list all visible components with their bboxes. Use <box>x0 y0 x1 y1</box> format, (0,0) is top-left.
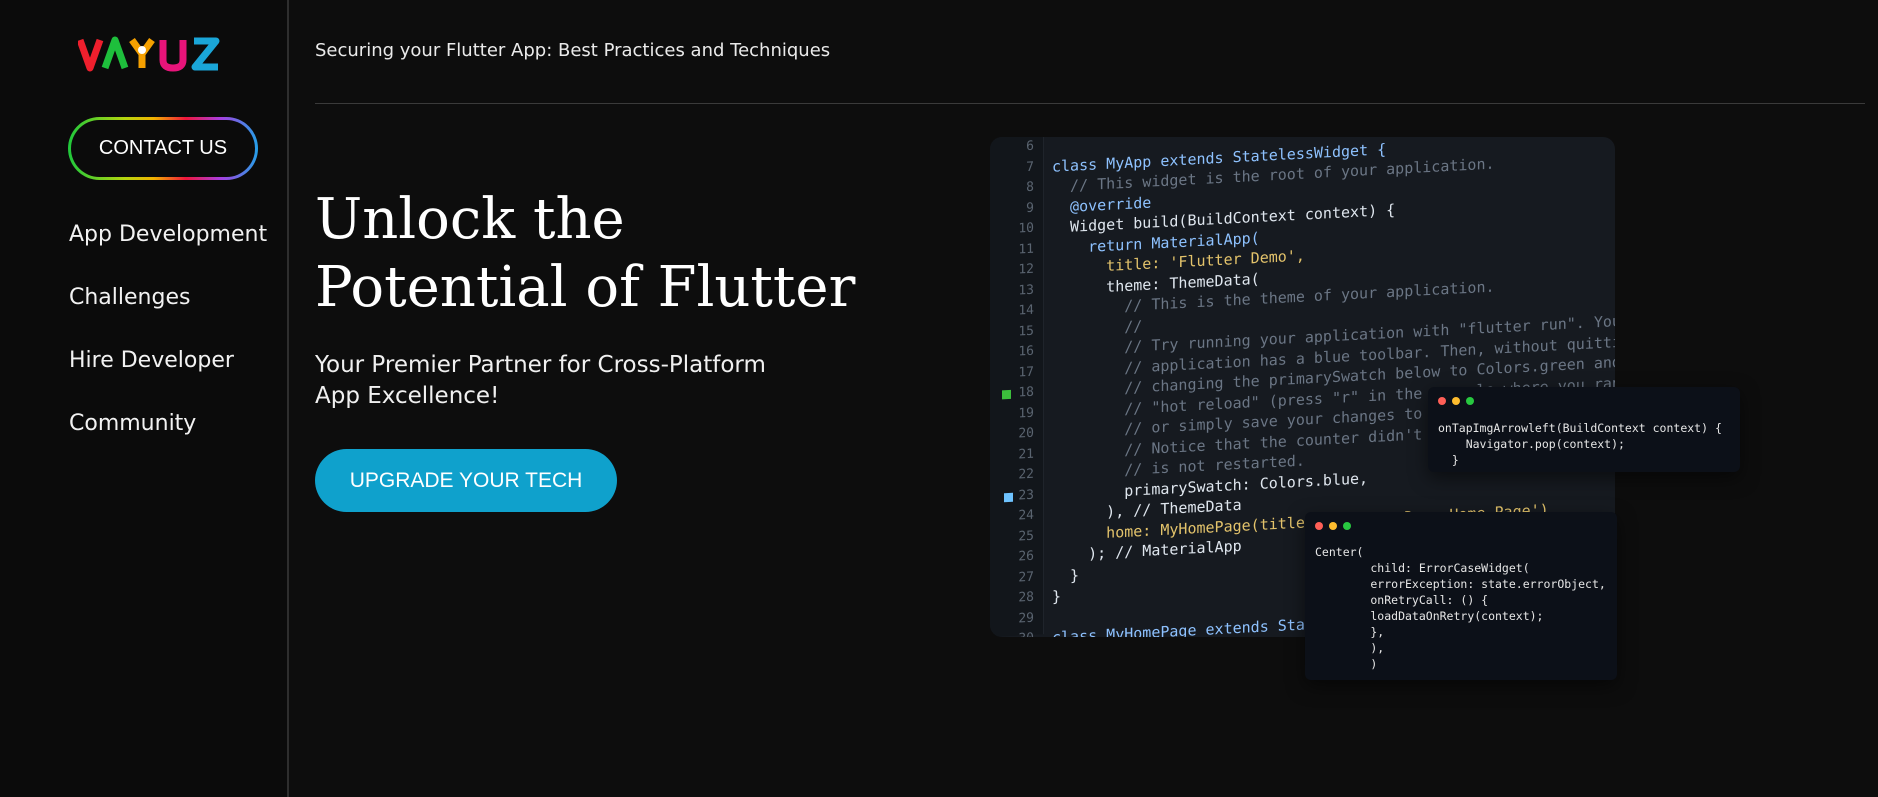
sidebar-nav: App Development Challenges Hire Develope… <box>69 215 267 467</box>
snippet-line: loadDataOnRetry(context); <box>1315 609 1544 623</box>
logo-letter-v <box>78 38 104 72</box>
line-number: 15 <box>1018 323 1034 340</box>
code-snippet-window-1: onTapImgArrowleft(BuildContext context) … <box>1428 387 1740 472</box>
sidebar-item-app-development[interactable]: App Development <box>69 215 267 278</box>
gutter-marker-green <box>1002 389 1011 400</box>
hero-title: Unlock the Potential of Flutter <box>315 187 856 320</box>
line-number: 11 <box>1018 241 1034 258</box>
snippet-line: child: ErrorCaseWidget( <box>1315 561 1530 575</box>
snippet-line: Center( <box>1315 545 1364 559</box>
upgrade-your-tech-button[interactable]: UPGRADE YOUR TECH <box>315 449 617 512</box>
sidebar-item-challenges[interactable]: Challenges <box>69 278 267 341</box>
code-line: } <box>1052 565 1080 586</box>
line-number: 30 <box>1000 631 1034 637</box>
sidebar-item-community[interactable]: Community <box>69 404 267 467</box>
line-number: 17 <box>1018 364 1034 381</box>
code-line: // <box>1052 316 1143 340</box>
snippet-line: onRetryCall: () { <box>1315 593 1489 607</box>
line-number: 29 <box>1018 610 1034 627</box>
line-number: 24 <box>1018 507 1034 524</box>
line-number: 21 <box>1018 446 1034 463</box>
code-line: } <box>1052 587 1062 606</box>
window-controls <box>1438 397 1474 405</box>
line-number: 12 <box>1018 261 1034 278</box>
gutter-marker-blue <box>1004 492 1013 503</box>
logo-letter-a <box>101 36 129 70</box>
line-number: 13 <box>1018 282 1034 299</box>
line-number: 19 <box>1018 405 1034 422</box>
snippet-line: ) <box>1315 657 1378 671</box>
logo-letter-u <box>159 40 187 72</box>
minimize-dot-icon <box>1452 397 1460 405</box>
close-dot-icon <box>1315 522 1323 530</box>
snippet-line: ), <box>1315 641 1385 655</box>
window-controls <box>1315 522 1351 530</box>
line-number: 14 <box>1018 302 1034 319</box>
line-number: 9 <box>1026 200 1034 216</box>
code-line: @override <box>1052 193 1152 217</box>
sidebar: CONTACT US App Development Challenges Hi… <box>0 0 289 797</box>
code-snippet-window-2: Center( child: ErrorCaseWidget( errorExc… <box>1305 512 1617 680</box>
line-number: 7 <box>1026 159 1034 175</box>
contact-us-button[interactable]: CONTACT US <box>68 117 258 180</box>
snippet-line: Navigator.pop(context); <box>1438 437 1625 451</box>
line-number: 20 <box>1018 425 1034 442</box>
contact-us-label: CONTACT US <box>71 120 255 177</box>
maximize-dot-icon <box>1343 522 1351 530</box>
minimize-dot-icon <box>1329 522 1337 530</box>
line-number: 27 <box>1018 569 1034 586</box>
breadcrumb[interactable]: Securing your Flutter App: Best Practice… <box>315 40 830 61</box>
hero-subtitle: Your Premier Partner for Cross-Platform … <box>315 352 766 409</box>
close-dot-icon <box>1438 397 1446 405</box>
line-number: 16 <box>1018 343 1034 360</box>
logo-letter-z <box>191 37 220 71</box>
line-number: 6 <box>1026 138 1034 155</box>
snippet-line: errorException: state.errorObject, <box>1315 577 1606 591</box>
line-number: 28 <box>1018 589 1034 606</box>
line-number: 10 <box>1018 220 1034 237</box>
line-number: 26 <box>1018 548 1034 565</box>
vayuz-logo[interactable] <box>78 34 232 74</box>
line-number: 8 <box>1026 179 1034 196</box>
line-number: 25 <box>1018 528 1034 545</box>
snippet-line: }, <box>1315 625 1385 639</box>
line-number: 22 <box>1018 466 1034 483</box>
maximize-dot-icon <box>1466 397 1474 405</box>
header-divider <box>315 103 1865 104</box>
snippet-line: } <box>1438 453 1459 467</box>
snippet-line: onTapImgArrowleft(BuildContext context) … <box>1438 421 1722 435</box>
sidebar-item-hire-developer[interactable]: Hire Developer <box>69 341 267 404</box>
